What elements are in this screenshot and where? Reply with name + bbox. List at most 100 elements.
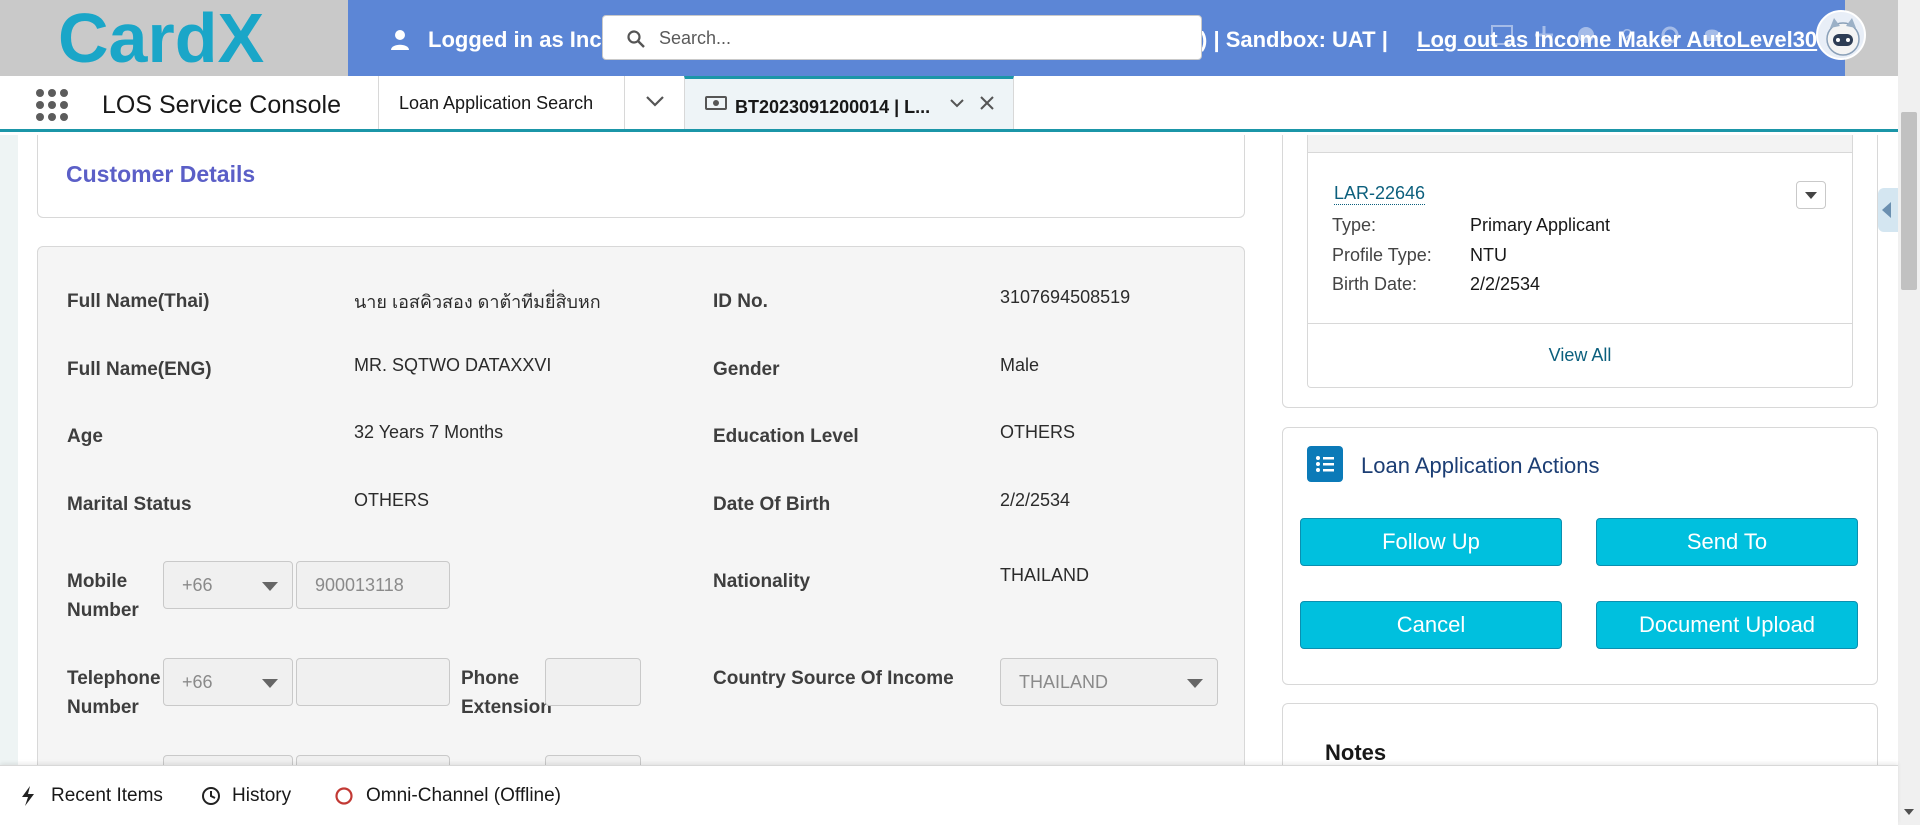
cardx-logo: CardX: [58, 6, 264, 70]
logo-text: CardX: [58, 6, 264, 70]
value-id-no: 3107694508519: [1000, 287, 1131, 307]
global-search[interactable]: [602, 15, 1202, 60]
label-age: Age: [67, 426, 103, 447]
money-icon: [705, 96, 727, 110]
utility-omni-channel[interactable]: Omni-Channel (Offline): [366, 785, 561, 807]
right-sidebar: LAR-22646 Type: Primary Applicant Profil…: [1264, 135, 1898, 783]
mobile-country-code-value: +66: [182, 575, 213, 595]
label-phone-extension-line2: Extension: [461, 697, 552, 718]
caret-down-icon: [262, 582, 278, 591]
customer-details-panel: Full Name(Thai) นาย เอสคิวสอง ดาต้าทีมยี…: [37, 246, 1245, 776]
actions-card-title: Loan Application Actions: [1361, 453, 1600, 478]
clock-icon: [202, 787, 220, 805]
user-avatar[interactable]: [1816, 10, 1866, 60]
value-nationality: THAILAND: [1000, 565, 1090, 585]
utility-bar: Recent Items History Omni-Channel (Offli…: [0, 765, 1898, 825]
logo-area: CardX: [0, 0, 348, 76]
country-source-of-income-value: THAILAND: [1019, 672, 1109, 692]
label-phone-extension-line1: Phone: [461, 668, 520, 689]
help-icon[interactable]: ?: [1616, 22, 1640, 48]
label-telephone-number-line1: Telephone: [67, 668, 161, 689]
label-date-of-birth: Date Of Birth: [713, 494, 831, 515]
mobile-number-field[interactable]: 900013118: [296, 561, 450, 609]
trailhead-icon[interactable]: [1574, 22, 1598, 48]
global-header: CardX Logged in as Inc ) | Sandbox: UAT …: [0, 0, 1920, 76]
header-scroll-strip: [1898, 0, 1920, 76]
tab-loan-application-search-label: Loan Application Search: [399, 93, 594, 113]
label-id-no: ID No.: [713, 291, 768, 312]
svg-text:?: ?: [1622, 26, 1632, 46]
header-icon-group: ?: [1490, 22, 1724, 52]
app-launcher-icon[interactable]: [36, 89, 68, 121]
document-upload-button[interactable]: Document Upload: [1596, 601, 1858, 649]
telephone-number-field[interactable]: [296, 658, 450, 706]
phone-extension-field[interactable]: [545, 658, 641, 706]
utility-recent-items[interactable]: Recent Items: [51, 785, 163, 807]
favorites-icon[interactable]: [1490, 22, 1514, 48]
label-telephone-number-line2: Number: [67, 697, 139, 718]
caret-down-icon: [1187, 679, 1203, 688]
record-actions-dropdown[interactable]: [1796, 181, 1826, 209]
page-scrollbar[interactable]: [1898, 76, 1920, 825]
related-birth-date-value: 2/2/2534: [1470, 274, 1541, 294]
setup-gear-icon[interactable]: [1658, 22, 1682, 48]
chevron-down-icon[interactable]: [949, 97, 965, 109]
caret-down-icon: [1805, 192, 1817, 199]
nav-menu-dropdown[interactable]: [624, 76, 684, 129]
related-type-label: Type:: [1332, 215, 1377, 235]
label-country-source-of-income: Country Source Of Income: [713, 668, 954, 689]
banner-sandbox-text: ) | Sandbox: UAT |: [1200, 27, 1388, 52]
banner-logged-in-text: Logged in as Inc: [428, 27, 602, 52]
related-footer: View All: [1308, 323, 1852, 387]
tab-loan-application-record[interactable]: BT2023091200014 | L...: [684, 76, 1014, 129]
cancel-button[interactable]: Cancel: [1300, 601, 1562, 649]
label-mobile-number-line2: Number: [67, 600, 139, 621]
astro-avatar-icon: [1826, 18, 1860, 56]
view-all-link[interactable]: View All: [1308, 345, 1852, 366]
value-full-name-thai: นาย เอสคิวสอง ดาต้าทีมยี่สิบหก: [354, 292, 601, 312]
label-education-level: Education Level: [713, 426, 859, 447]
app-name: LOS Service Console: [102, 91, 342, 119]
label-full-name-thai: Full Name(Thai): [67, 291, 210, 312]
chevron-left-icon: [1882, 202, 1891, 218]
value-education-level: OTHERS: [1000, 422, 1076, 442]
lightning-bolt-icon: [22, 786, 34, 806]
lar-record-link[interactable]: LAR-22646: [1334, 183, 1426, 205]
side-panel-toggle[interactable]: [1878, 188, 1898, 232]
country-source-of-income-select[interactable]: THAILAND: [1000, 658, 1218, 706]
related-type-value: Primary Applicant: [1470, 215, 1611, 235]
close-icon[interactable]: [979, 95, 995, 111]
value-date-of-birth: 2/2/2534: [1000, 490, 1071, 510]
search-icon: [627, 30, 645, 48]
scroll-down-arrow-icon[interactable]: [1904, 809, 1914, 815]
scrollbar-thumb[interactable]: [1901, 112, 1917, 290]
chevron-down-icon: [646, 96, 664, 107]
tab-loan-application-search[interactable]: Loan Application Search: [378, 76, 624, 129]
search-input[interactable]: [659, 24, 1179, 52]
value-gender: Male: [1000, 355, 1040, 375]
global-actions-icon[interactable]: [1532, 22, 1556, 48]
customer-details-header-card: Customer Details: [37, 135, 1245, 218]
label-mobile-number-line1: Mobile: [67, 571, 128, 592]
related-birth-date-label: Birth Date:: [1332, 274, 1418, 294]
telephone-country-code-value: +66: [182, 672, 213, 692]
tile-header-strip: [1308, 135, 1852, 153]
offline-status-icon: [335, 787, 353, 805]
value-full-name-eng: MR. SQTWO DATAXXVI: [354, 355, 552, 375]
console-nav-bar: LOS Service Console Loan Application Sea…: [0, 76, 1898, 132]
list-icon: [1307, 446, 1343, 482]
caret-down-icon: [262, 679, 278, 688]
related-profile-type-label: Profile Type:: [1332, 245, 1432, 265]
label-marital-status: Marital Status: [67, 494, 192, 515]
send-to-button[interactable]: Send To: [1596, 518, 1858, 566]
telephone-country-code-select[interactable]: +66: [163, 658, 293, 706]
mobile-country-code-select[interactable]: +66: [163, 561, 293, 609]
user-icon: [391, 30, 409, 50]
utility-history[interactable]: History: [232, 785, 291, 807]
left-gutter: [0, 135, 18, 765]
related-profile-type-value: NTU: [1470, 245, 1507, 265]
notifications-bell-icon[interactable]: [1700, 22, 1724, 48]
label-gender: Gender: [713, 359, 780, 380]
follow-up-button[interactable]: Follow Up: [1300, 518, 1562, 566]
section-title-customer-details: Customer Details: [66, 161, 256, 187]
